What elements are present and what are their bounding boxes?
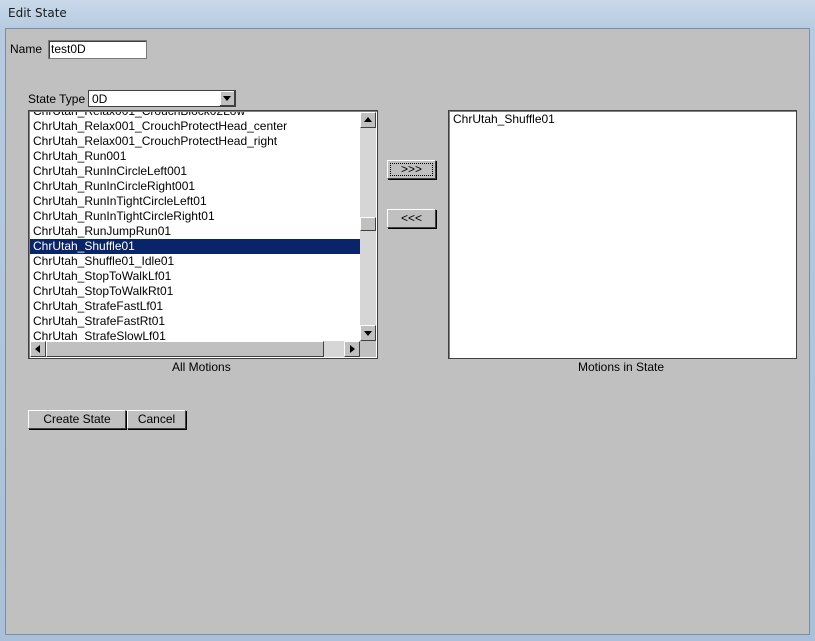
list-item[interactable]: ChrUtah_Shuffle01 [450, 112, 795, 127]
state-type-value: 0D [92, 92, 108, 106]
motions-in-state-items: ChrUtah_Shuffle01 [450, 112, 795, 357]
all-motions-list[interactable]: ChrUtah_Relax001_CrouchBlock02LowChrUtah… [28, 110, 378, 359]
arrow-up-icon [364, 117, 372, 122]
list-item[interactable]: ChrUtah_RunJumpRun01 [30, 224, 360, 239]
scroll-right-button[interactable] [344, 341, 360, 357]
all-motions-items: ChrUtah_Relax001_CrouchBlock02LowChrUtah… [30, 112, 360, 341]
horizontal-scroll-thumb[interactable] [46, 341, 324, 357]
state-type-label: State Type [28, 92, 86, 106]
list-item[interactable]: ChrUtah_Run001 [30, 149, 360, 164]
dialog-body: Name test0D State Type 0D ChrUtah_Relax0… [5, 28, 810, 635]
list-item[interactable]: ChrUtah_RunInCircleRight001 [30, 179, 360, 194]
all-motions-vertical-scrollbar[interactable] [360, 112, 376, 341]
window-title: Edit State [8, 6, 67, 20]
list-item[interactable]: ChrUtah_Shuffle01 [30, 239, 360, 254]
arrow-left-icon [35, 345, 40, 353]
name-input[interactable]: test0D [48, 40, 147, 59]
list-item[interactable]: ChrUtah_Shuffle01_Idle01 [30, 254, 360, 269]
list-item[interactable]: ChrUtah_StrafeFastRt01 [30, 314, 360, 329]
chevron-down-icon [223, 96, 231, 101]
vertical-scroll-thumb[interactable] [360, 217, 376, 231]
motions-in-state-caption: Motions in State [578, 360, 665, 374]
title-bar[interactable]: Edit State [0, 0, 815, 28]
edit-state-window: Edit State Name test0D State Type 0D Chr… [0, 0, 815, 641]
cancel-button[interactable]: Cancel [127, 410, 186, 429]
all-motions-caption: All Motions [172, 360, 231, 374]
state-type-select[interactable]: 0D [88, 90, 236, 107]
list-item[interactable]: ChrUtah_RunInCircleLeft001 [30, 164, 360, 179]
add-motion-button[interactable]: >>> [387, 160, 436, 179]
arrow-right-icon [350, 345, 355, 353]
motions-in-state-list[interactable]: ChrUtah_Shuffle01 [448, 110, 797, 359]
list-item[interactable]: ChrUtah_Relax001_CrouchProtectHead_cente… [30, 119, 360, 134]
remove-motion-button[interactable]: <<< [387, 209, 436, 228]
scroll-up-button[interactable] [360, 112, 376, 128]
all-motions-horizontal-scrollbar[interactable] [30, 341, 360, 357]
list-item[interactable]: ChrUtah_RunInTightCircleRight01 [30, 209, 360, 224]
create-state-button[interactable]: Create State [28, 410, 126, 429]
list-item[interactable]: ChrUtah_Relax001_CrouchProtectHead_right [30, 134, 360, 149]
list-item[interactable]: ChrUtah_StrafeFastLf01 [30, 299, 360, 314]
list-item[interactable]: ChrUtah_RunInTightCircleLeft01 [30, 194, 360, 209]
scroll-down-button[interactable] [360, 325, 376, 341]
list-item[interactable]: ChrUtah_Relax001_CrouchBlock02Low [30, 112, 360, 119]
state-type-dropdown-button[interactable] [219, 91, 235, 106]
scroll-left-button[interactable] [30, 341, 46, 357]
scrollbar-corner [360, 341, 376, 357]
list-item[interactable]: ChrUtah_StopToWalkRt01 [30, 284, 360, 299]
list-item[interactable]: ChrUtah_StopToWalkLf01 [30, 269, 360, 284]
list-item[interactable]: ChrUtah_StrafeSlowLf01 [30, 329, 360, 341]
name-label: Name [10, 42, 43, 56]
name-input-value: test0D [51, 42, 86, 56]
arrow-down-icon [364, 331, 372, 336]
